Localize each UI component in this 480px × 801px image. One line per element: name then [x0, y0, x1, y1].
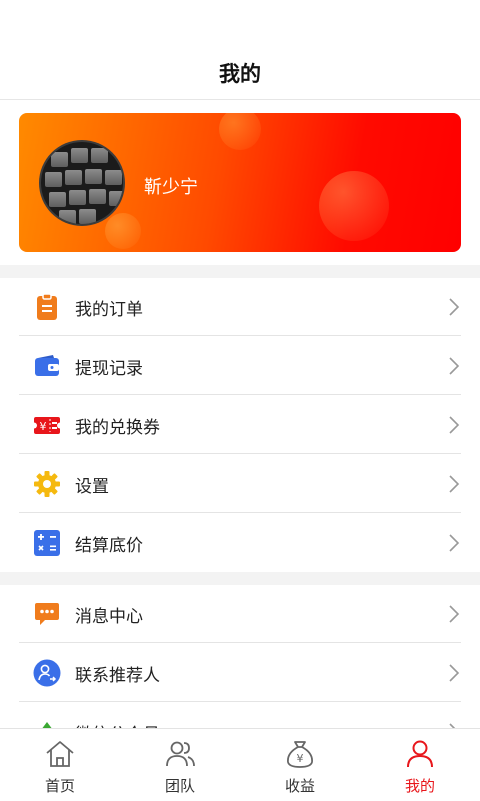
tab-team[interactable]: 团队 — [120, 729, 240, 801]
menu-item-label: 设置 — [75, 477, 109, 497]
calculator-icon — [34, 530, 60, 556]
chevron-right-icon — [449, 298, 460, 316]
user-name: 靳少宁 — [144, 177, 198, 198]
avatar[interactable] — [39, 140, 125, 226]
decor-circle — [219, 113, 261, 150]
section-gap — [0, 265, 480, 278]
team-icon — [166, 741, 195, 767]
menu-item-label: 联系推荐人 — [75, 666, 160, 686]
chat-bubble-icon — [35, 603, 59, 625]
tab-label: 我的 — [404, 777, 435, 795]
tab-label: 首页 — [44, 777, 75, 795]
decor-circle — [105, 213, 141, 249]
home-icon — [46, 741, 74, 767]
tab-label: 收益 — [284, 777, 315, 795]
svg-text:¥: ¥ — [297, 752, 304, 765]
chevron-right-icon — [449, 664, 460, 682]
svg-text:¥: ¥ — [40, 420, 47, 433]
menu-item-settings[interactable]: 设置 — [0, 455, 480, 513]
decor-circle — [319, 171, 389, 241]
menu-item-label: 消息中心 — [75, 607, 143, 627]
menu-item-label: 提现记录 — [75, 359, 143, 379]
money-bag-icon: ¥ — [287, 741, 313, 768]
header-bar: 我的 — [0, 0, 480, 100]
tab-mine[interactable]: 我的 — [360, 729, 480, 801]
section-gap — [0, 572, 480, 585]
chevron-right-icon — [449, 605, 460, 623]
divider — [19, 453, 461, 454]
user-icon — [407, 740, 433, 768]
tab-label: 团队 — [164, 777, 195, 795]
chevron-right-icon — [449, 534, 460, 552]
contact-referrer-icon — [33, 659, 61, 687]
chevron-right-icon — [449, 475, 460, 493]
menu-item-label: 我的订单 — [75, 300, 143, 320]
chevron-right-icon — [449, 357, 460, 375]
menu-item-label: 结算底价 — [75, 536, 143, 556]
divider — [19, 642, 461, 643]
divider — [19, 512, 461, 513]
divider — [19, 394, 461, 395]
profile-card[interactable]: 靳少宁 — [19, 113, 461, 252]
divider — [19, 335, 461, 336]
menu-item-label: 我的兑换券 — [75, 418, 160, 438]
menu-item-contact-referrer[interactable]: 联系推荐人 — [0, 644, 480, 702]
tab-home[interactable]: 首页 — [0, 729, 120, 801]
tab-earnings[interactable]: ¥ 收益 — [240, 729, 360, 801]
coupon-icon: ¥ — [33, 417, 61, 434]
page-title: 我的 — [219, 62, 261, 86]
clipboard-icon — [37, 293, 57, 320]
menu-item-my-coupons[interactable]: ¥ 我的兑换券 — [0, 396, 480, 454]
menu-item-withdraw-records[interactable]: 提现记录 — [0, 337, 480, 395]
menu-item-settlement-price[interactable]: 结算底价 — [0, 514, 480, 572]
divider — [19, 701, 461, 702]
menu-item-message-center[interactable]: 消息中心 — [0, 585, 480, 643]
menu-item-my-orders[interactable]: 我的订单 — [0, 278, 480, 336]
wallet-icon — [35, 355, 59, 376]
gear-icon — [34, 471, 60, 497]
chevron-right-icon — [449, 416, 460, 434]
bottom-tab-bar: 首页 团队 ¥ 收益 我的 — [0, 728, 480, 800]
